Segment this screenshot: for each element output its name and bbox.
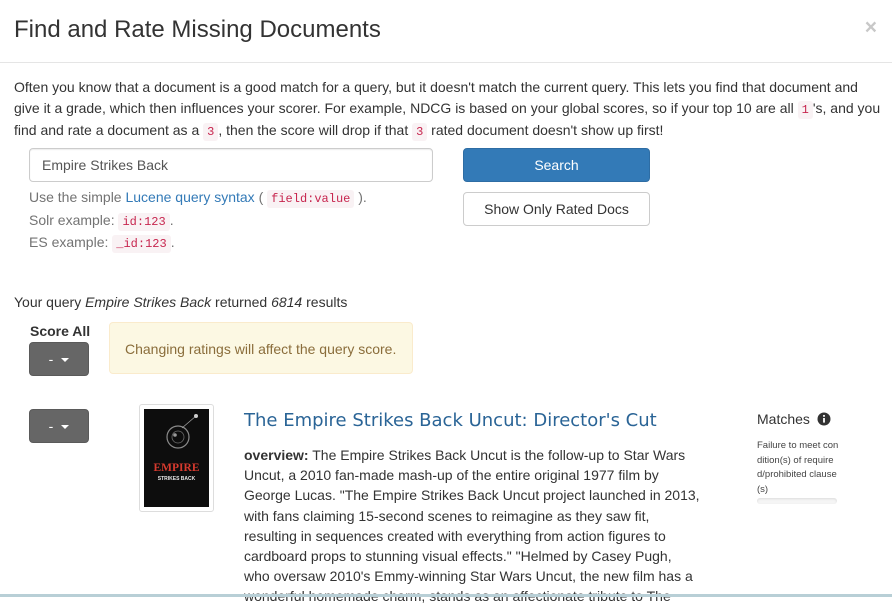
query-syntax-help: Use the simple Lucene query syntax ( fie… [29,189,367,253]
results-count: 6814 [271,294,303,310]
results-summary: Your query Empire Strikes Back returned … [14,294,348,310]
caret-down-icon [61,425,70,430]
match-score-bar [757,498,837,504]
lucene-syntax-link[interactable]: Lucene query syntax [125,189,254,205]
poster-art: EMPIRE STRIKES BACK [144,409,209,507]
modal-header: Find and Rate Missing Documents × [0,0,892,63]
doc-rating-dropdown[interactable]: - [29,409,89,443]
overview-label: overview: [244,447,309,463]
code-sample: 1 [797,100,813,119]
search-input[interactable] [29,148,433,182]
show-only-rated-docs-button[interactable]: Show Only Rated Docs [463,192,650,226]
doc-overview: overview: The Empire Strikes Back Uncut … [244,445,700,607]
close-icon[interactable]: × [865,17,877,39]
matches-detail: Failure to meet condition(s) of required… [757,440,839,495]
code-sample: id:123 [118,212,170,231]
poster-title-line2: STRIKES BACK [158,476,196,482]
score-all-dropdown[interactable]: - [29,342,89,376]
results-query: Empire Strikes Back [85,294,212,310]
code-sample: field:value [267,190,355,208]
caret-down-icon [61,358,70,363]
score-all-label: Score All [30,323,91,339]
ratings-warning-alert: Changing ratings will affect the query s… [109,322,413,374]
info-circle-icon[interactable] [817,412,831,430]
doc-title-link[interactable]: The Empire Strikes Back Uncut: Director'… [244,410,657,432]
modal-title: Find and Rate Missing Documents [14,16,381,43]
intro-text: Often you know that a document is a good… [14,79,881,141]
doc-poster-thumbnail[interactable]: EMPIRE STRIKES BACK [139,404,214,512]
search-button[interactable]: Search [463,148,650,182]
code-sample: 3 [412,123,428,141]
overview-text: The Empire Strikes Back Uncut is the fol… [244,447,700,604]
code-sample: 3 [203,123,219,141]
movie-poster-image: EMPIRE STRIKES BACK [144,409,209,507]
code-sample: _id:123 [112,235,171,253]
poster-title-line1: EMPIRE [154,462,200,474]
matches-header: Matches [757,410,831,430]
